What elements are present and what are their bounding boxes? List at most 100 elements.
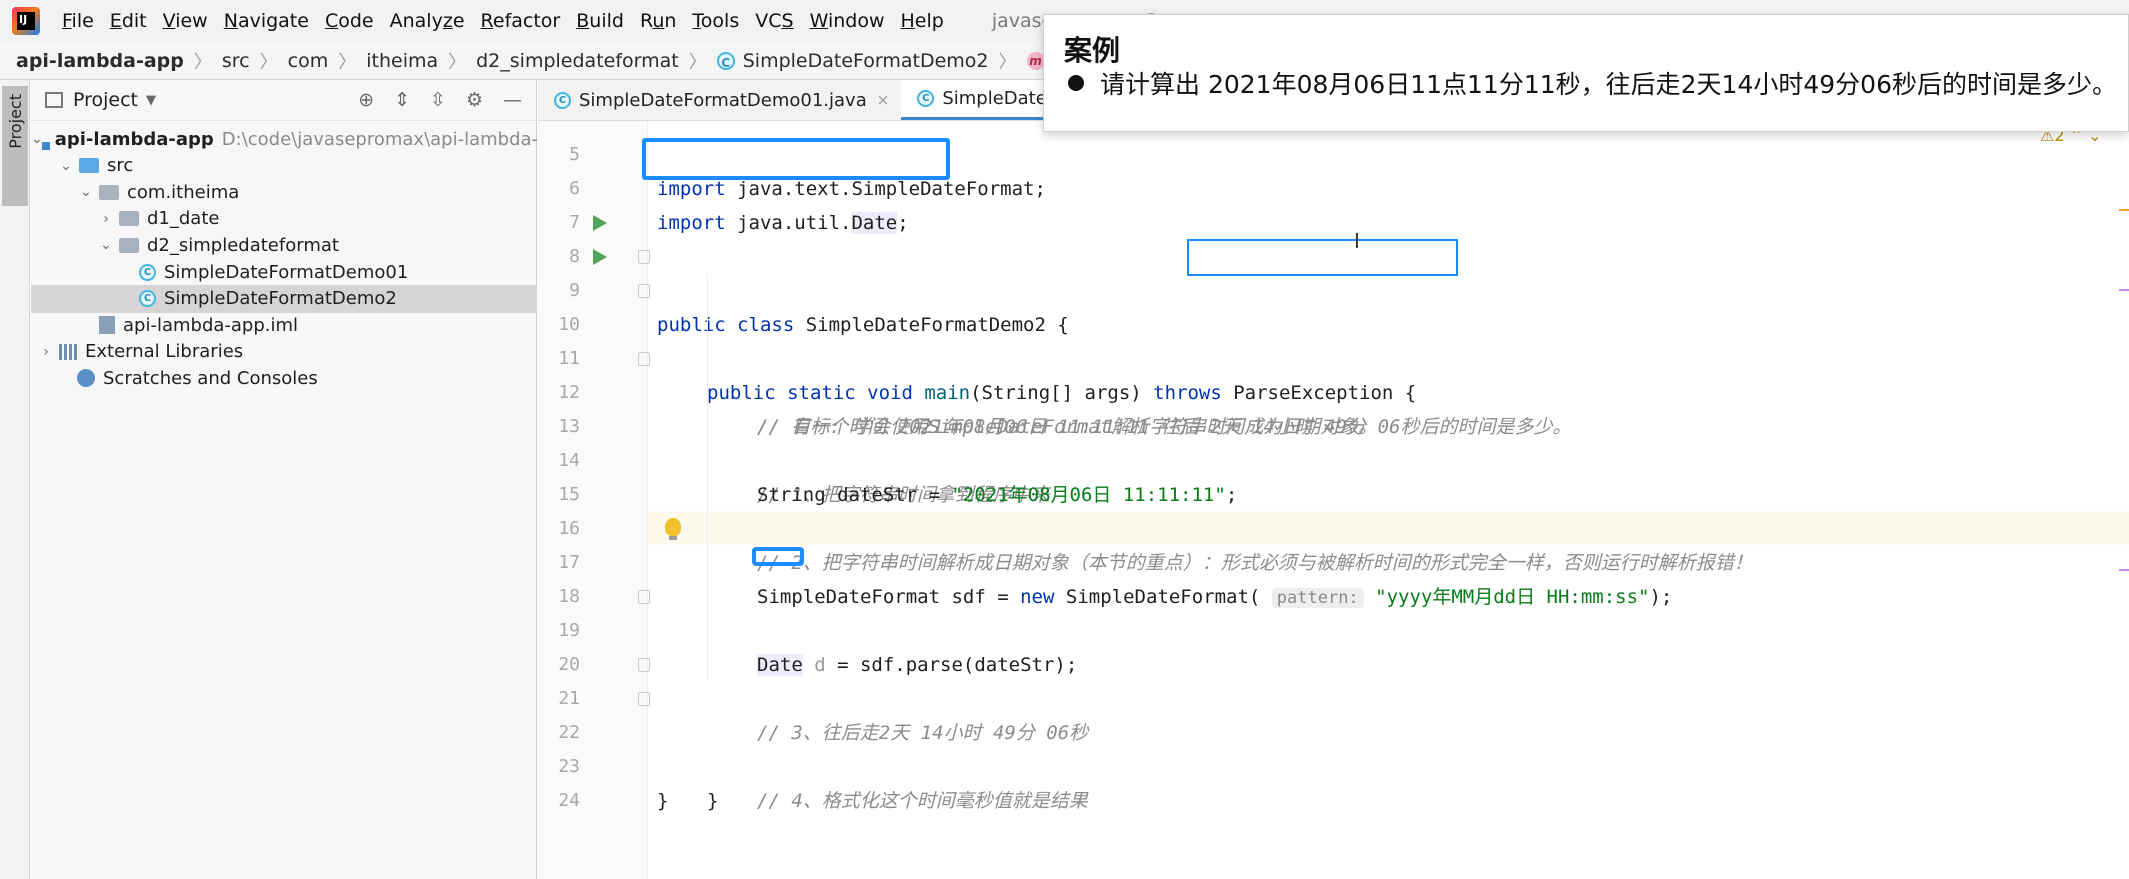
project-panel-toolbar: ⊕ ⇕ ⇳ ⚙ — xyxy=(358,89,536,111)
breadcrumb-project[interactable]: api-lambda-app xyxy=(16,50,184,72)
text-cursor-icon: I xyxy=(1354,229,1360,253)
hide-icon[interactable]: — xyxy=(503,89,522,111)
menu-help[interactable]: Help xyxy=(892,10,951,32)
project-tool-label: Project xyxy=(6,94,25,149)
tree-item-label: d1_date xyxy=(147,208,220,230)
breadcrumb-package[interactable]: d2_simpledateformat xyxy=(476,50,679,72)
class-icon: C xyxy=(139,290,156,308)
package-folder-icon xyxy=(119,237,139,253)
code-line-19: 19 // 3、往后走2天 14小时 49分 06秒 xyxy=(538,580,2129,744)
class-icon: C xyxy=(139,263,156,281)
tree-item-label: api-lambda-app.iml xyxy=(123,314,299,336)
close-icon[interactable]: × xyxy=(877,91,890,109)
breadcrumb-separator-icon: 〉 xyxy=(193,51,212,73)
tree-item[interactable]: ⌄ d2_simpledateformat xyxy=(31,231,537,259)
chevron-right-icon[interactable]: › xyxy=(97,211,115,227)
tree-item[interactable]: › External Libraries xyxy=(31,338,537,366)
libraries-icon xyxy=(59,343,77,360)
run-icon[interactable] xyxy=(593,249,607,265)
tree-item[interactable]: ⌄ api-lambda-app D:\code\javasepromax\api-… xyxy=(31,125,549,153)
bullet-icon xyxy=(1068,75,1084,91)
menu-edit[interactable]: Edit xyxy=(102,10,155,32)
code-line-24: 24 xyxy=(538,750,2129,811)
annotation-box-import xyxy=(642,138,950,180)
menu-analyze[interactable]: Analyze xyxy=(382,10,473,32)
code-line-8: 8 public class SimpleDateFormatDemo2 { xyxy=(538,206,2129,336)
tree-item[interactable]: ⌄ com.itheima xyxy=(31,178,537,206)
chevron-down-icon[interactable]: ⌄ xyxy=(57,158,75,174)
annotation-box-marker xyxy=(752,547,804,566)
menu-vcs[interactable]: VCS xyxy=(747,10,801,32)
menu-items: File Edit View Navigate Code Analyze Refactor B… xyxy=(54,10,952,32)
breadcrumb-src[interactable]: src xyxy=(222,50,250,72)
code-line-12: 12 // 1、把字符串时间拿到程序中来 xyxy=(538,342,2129,506)
code-line-17: 17 Date d = sdf.parse(dateStr); xyxy=(538,512,2129,676)
lightbulb-icon[interactable] xyxy=(665,518,681,540)
project-tool-button[interactable]: Project xyxy=(2,86,28,206)
menu-view[interactable]: View xyxy=(155,10,216,32)
iml-file-icon xyxy=(99,316,115,335)
breadcrumb-separator-icon: 〉 xyxy=(338,51,357,73)
gear-icon[interactable]: ⚙ xyxy=(466,89,483,111)
code-line-10: 10 // 目标: 学会使用SimpleDateFormat解析字符串时间成为日… xyxy=(538,274,2129,438)
tree-item-label: SimpleDateFormatDemo01 xyxy=(164,261,409,283)
project-view-selector[interactable]: Project xyxy=(73,89,138,111)
breadcrumb-itheima[interactable]: itheima xyxy=(366,50,438,72)
line-number: 24 xyxy=(558,790,580,811)
method-icon: m xyxy=(1026,51,1045,70)
code-line-13: 13 String dateStr = "2021年08月06日 11:11:1… xyxy=(538,376,2129,506)
scroll-marker[interactable] xyxy=(2119,569,2129,571)
menu-refactor[interactable]: Refactor xyxy=(473,10,569,32)
chevron-down-icon[interactable]: ▼ xyxy=(146,93,156,108)
breadcrumb-separator-icon: 〉 xyxy=(688,51,707,73)
chevron-down-icon[interactable]: ⌄ xyxy=(77,184,95,200)
breadcrumb-class[interactable]: SimpleDateFormatDemo2 xyxy=(743,50,989,72)
fold-icon[interactable] xyxy=(638,590,650,604)
breadcrumb-com[interactable]: com xyxy=(288,50,329,72)
collapse-all-icon[interactable]: ⇳ xyxy=(430,89,446,111)
tree-item[interactable]: › d1_date xyxy=(31,205,537,233)
menu-code[interactable]: Code xyxy=(317,10,382,32)
case-card: 案例 请计算出 2021年08月06日11点11分11秒，往后走2天14小时49… xyxy=(1043,14,2129,132)
code-line-14: 14 xyxy=(538,410,2129,471)
tab-simpledateformatdemo01[interactable]: C SimpleDateFormatDemo01.java × xyxy=(538,80,901,120)
tree-item[interactable]: C SimpleDateFormatDemo01 xyxy=(31,258,537,286)
fold-icon[interactable] xyxy=(638,692,650,706)
menu-navigate[interactable]: Navigate xyxy=(216,10,317,32)
chevron-down-icon[interactable]: ⌄ xyxy=(97,237,115,253)
tree-item[interactable]: Scratches and Consoles xyxy=(31,364,537,392)
code-line-20: 20 xyxy=(538,614,2129,675)
case-title: 案例 xyxy=(1064,34,1121,67)
package-folder-icon xyxy=(119,211,139,227)
menu-build[interactable]: Build xyxy=(568,10,632,32)
logo-text: IJ xyxy=(19,13,28,26)
code-line-15: 15 // 2、把字符串时间解析成日期对象（本节的重点）：形式必须与被解析时间的… xyxy=(538,444,2129,574)
chevron-right-icon[interactable]: › xyxy=(37,344,55,360)
expand-all-icon[interactable]: ⇕ xyxy=(394,89,410,111)
code-line-11: 11 // 有一个时间 2021年08月06日 11:11:11 往后 2天 1… xyxy=(538,308,2129,438)
fold-icon[interactable] xyxy=(638,284,650,298)
class-icon: C xyxy=(716,51,735,70)
tree-item[interactable]: C SimpleDateFormatDemo2 xyxy=(31,284,537,313)
scroll-marker[interactable] xyxy=(2119,289,2129,291)
annotation-box-throws xyxy=(1187,239,1458,276)
project-path: D:\code\javasepromax\api-lambda-a xyxy=(221,128,550,150)
breadcrumb-separator-icon: 〉 xyxy=(259,51,278,73)
run-icon[interactable] xyxy=(593,215,607,231)
menu-window[interactable]: Window xyxy=(802,10,893,32)
menu-run[interactable]: Run xyxy=(632,10,684,32)
tree-item[interactable]: api-lambda-app.iml xyxy=(31,311,537,339)
tree-item[interactable]: ⌄ src xyxy=(31,152,537,180)
fold-icon[interactable] xyxy=(638,250,650,264)
code-line-21: 21 // 4、格式化这个时间毫秒值就是结果 xyxy=(538,648,2129,812)
menu-tools[interactable]: Tools xyxy=(684,10,747,32)
scroll-marker[interactable] xyxy=(2119,209,2129,211)
tree-item-label: src xyxy=(107,155,134,177)
fold-icon[interactable] xyxy=(638,352,650,366)
tree-item-label: api-lambda-app xyxy=(54,128,214,150)
code-editor[interactable]: 5 import java.text.SimpleDateFormat; 6 i… xyxy=(538,121,2129,879)
locate-icon[interactable]: ⊕ xyxy=(358,89,374,111)
menu-file[interactable]: File xyxy=(54,10,102,32)
fold-icon[interactable] xyxy=(638,658,650,672)
tree-item-label: d2_simpledateformat xyxy=(147,234,339,256)
